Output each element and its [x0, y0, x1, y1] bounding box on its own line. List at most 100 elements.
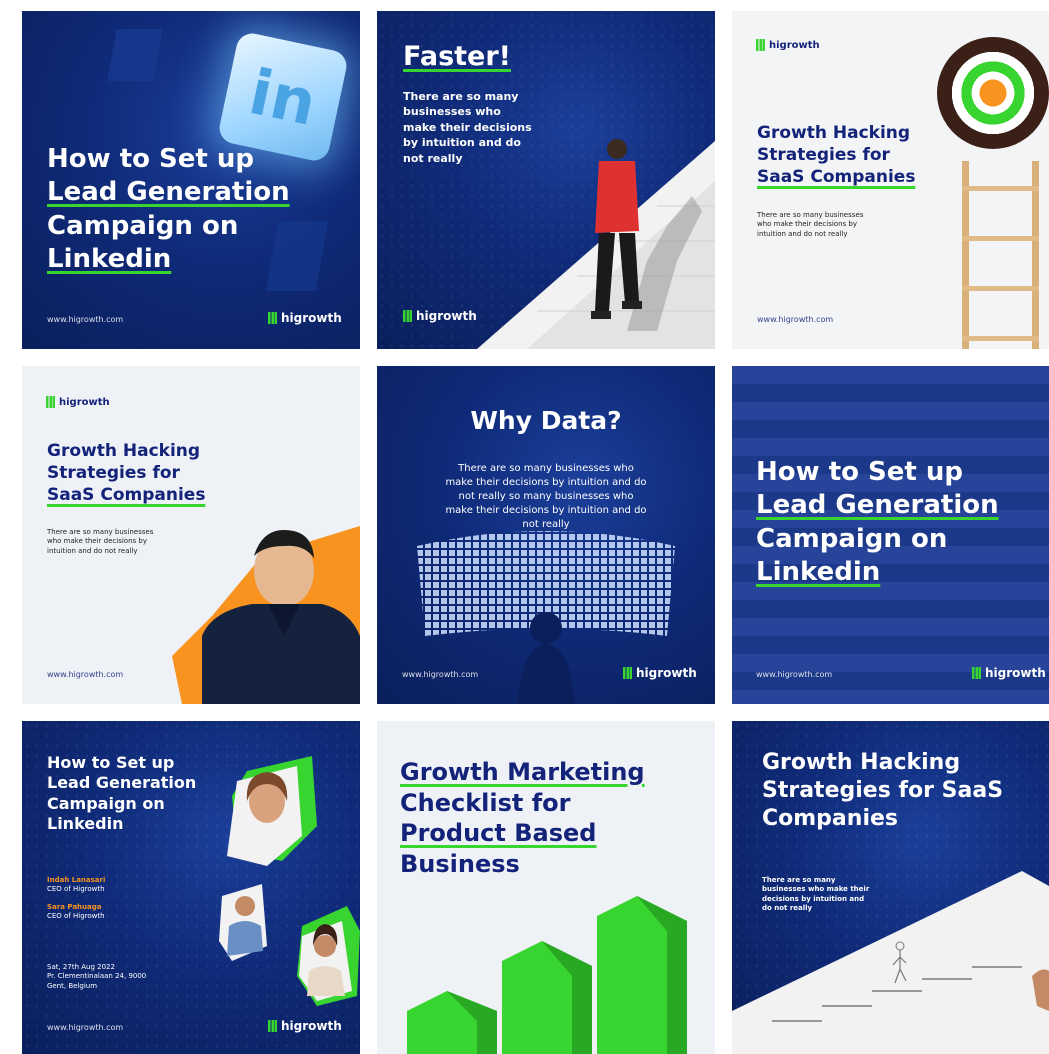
tile-growth-hacking-target[interactable]: higrowth Growth Hacking Strategies for S… [732, 11, 1049, 349]
title-line: Strategies for [47, 462, 180, 483]
tile-heading: Why Data? [470, 406, 622, 435]
title-line: Campaign on [756, 523, 948, 554]
body-line: intuition and do not really [47, 546, 138, 555]
title-line: How to Set up [756, 457, 963, 487]
title-line: Business [400, 850, 520, 879]
brand-name: higrowth [636, 666, 697, 680]
title-line: Campaign on [47, 210, 239, 241]
tile-linkedin-lead-generation[interactable]: in How to Set up Lead Generation Campaig… [22, 11, 360, 349]
title-line: Linkedin [47, 814, 124, 834]
title-line: Lead Generation [47, 773, 197, 793]
speaker-role: CEO of Higrowth [47, 885, 105, 894]
body-line: who make their decisions by [757, 220, 857, 229]
speaker-name: Sara Pahuaga [47, 902, 102, 911]
website-url[interactable]: www.higrowth.com [402, 670, 478, 679]
website-url[interactable]: www.higrowth.com [47, 1023, 123, 1032]
event-city: Gent, Belgium [47, 981, 98, 990]
tile-faster[interactable]: Faster! There are so many businesses who… [377, 11, 715, 349]
speaker-photos [219, 756, 360, 1006]
title-line: Linkedin [47, 243, 172, 274]
tile-body: There are so many businesses who make th… [403, 89, 532, 166]
speaker-list: Indah Lanasari CEO of Higrowth Sara Pahu… [47, 876, 105, 922]
higrowth-mark-icon [268, 1020, 277, 1032]
body-line: There are so many [403, 90, 519, 103]
website-url[interactable]: www.higrowth.com [47, 315, 123, 324]
higrowth-mark-icon [623, 667, 632, 679]
ladder-illustration [962, 161, 1039, 349]
body-line: by intuition and do [403, 136, 521, 150]
tile-body: There are so many businesses who make th… [762, 876, 869, 914]
higrowth-mark-icon [268, 312, 277, 324]
tile-growth-hacking-speaker[interactable]: higrowth Growth Hacking Strategies for S… [22, 366, 360, 704]
brand-name: higrowth [416, 309, 477, 323]
title-line: SaaS Companies [757, 166, 916, 187]
tile-growth-hacking-stairs[interactable]: Growth Hacking Strategies for SaaS Compa… [732, 721, 1049, 1054]
title-line: Strategies for SaaS [762, 778, 1004, 804]
body-line: not really [522, 519, 570, 530]
higrowth-mark-icon [972, 667, 981, 679]
tile-title: Growth Hacking Strategies for SaaS Compa… [762, 749, 1003, 833]
website-url[interactable]: www.higrowth.com [47, 670, 123, 679]
linkedin-logo-text: in [243, 54, 323, 140]
body-line: There are so many businesses [47, 528, 154, 536]
tile-heading: Faster! [403, 41, 511, 72]
higrowth-logo: higrowth [46, 396, 110, 408]
body-line: make their decisions by intuition and do [445, 477, 647, 488]
body-line: There are so many businesses who [458, 463, 634, 474]
body-line: businesses who make their [762, 885, 870, 894]
title-line: Strategies for [757, 144, 890, 165]
title-line: Lead Generation [47, 177, 290, 208]
tile-body: There are so many businesses who make th… [757, 211, 863, 239]
brand-name: higrowth [59, 396, 110, 408]
title-line: Linkedin [756, 556, 881, 587]
higrowth-logo: higrowth [403, 309, 477, 323]
speaker-name: Indah Lanasari [47, 876, 106, 884]
tile-linkedin-lead-generation-stripes[interactable]: How to Set up Lead Generation Campaign o… [732, 366, 1049, 704]
title-line: Growth Hacking [47, 441, 201, 461]
tile-linkedin-event[interactable]: How to Set up Lead Generation Campaign o… [22, 721, 360, 1054]
speaker-photo [172, 526, 360, 704]
body-line: not really [403, 151, 463, 165]
tile-title: Growth Marketing Checklist for Product B… [400, 757, 645, 880]
event-address: Pr. Clementinalaan 24, 9000 [47, 972, 147, 981]
body-line: make their decisions [403, 120, 532, 134]
body-line: decisions by intuition and [762, 894, 865, 903]
tile-growth-marketing-checklist[interactable]: Growth Marketing Checklist for Product B… [377, 721, 715, 1054]
title-line: Companies [762, 806, 898, 832]
tile-title: Growth Hacking Strategies for SaaS Compa… [757, 123, 915, 188]
body-line: do not really [762, 904, 813, 913]
higrowth-logo: higrowth [756, 39, 820, 51]
brand-name: higrowth [281, 311, 342, 325]
target-icon [937, 37, 1049, 149]
higrowth-mark-icon [46, 396, 55, 408]
tile-title: Growth Hacking Strategies for SaaS Compa… [47, 441, 205, 506]
tile-body: There are so many businesses who make th… [377, 462, 715, 532]
title-line: Growth Hacking [757, 123, 911, 143]
event-date: Sat, 27th Aug 2022 [47, 963, 115, 971]
title-line: Growth Hacking [762, 750, 961, 775]
body-line: who make their decisions by [47, 537, 147, 546]
body-line: There are so many [762, 876, 836, 884]
higrowth-mark-icon [756, 39, 765, 51]
body-line: intuition and do not really [757, 229, 848, 238]
website-url[interactable]: www.higrowth.com [757, 315, 833, 324]
title-line: How to Set up [47, 144, 254, 174]
tile-why-data[interactable]: Why Data? There are so many businesses w… [377, 366, 715, 704]
body-line: There are so many businesses [757, 211, 864, 219]
title-line: How to Set up [47, 753, 175, 772]
body-line: not really so many businesses who [458, 491, 634, 502]
title-line: Campaign on [47, 793, 165, 813]
higrowth-logo: higrowth [623, 666, 697, 680]
website-url[interactable]: www.higrowth.com [756, 670, 832, 679]
higrowth-logo: higrowth [268, 1019, 342, 1033]
title-line: SaaS Companies [47, 484, 206, 505]
body-line: businesses who [403, 105, 501, 119]
brand-name: higrowth [985, 666, 1046, 680]
title-line: Checklist for [400, 788, 571, 817]
brand-name: higrowth [769, 39, 820, 51]
body-line: make their decisions by intuition and do [445, 505, 647, 516]
background-shape [107, 29, 163, 81]
event-details: Sat, 27th Aug 2022 Pr. Clementinalaan 24… [47, 963, 146, 991]
brand-name: higrowth [281, 1019, 342, 1033]
tile-title: How to Set up Lead Generation Campaign o… [47, 753, 196, 835]
